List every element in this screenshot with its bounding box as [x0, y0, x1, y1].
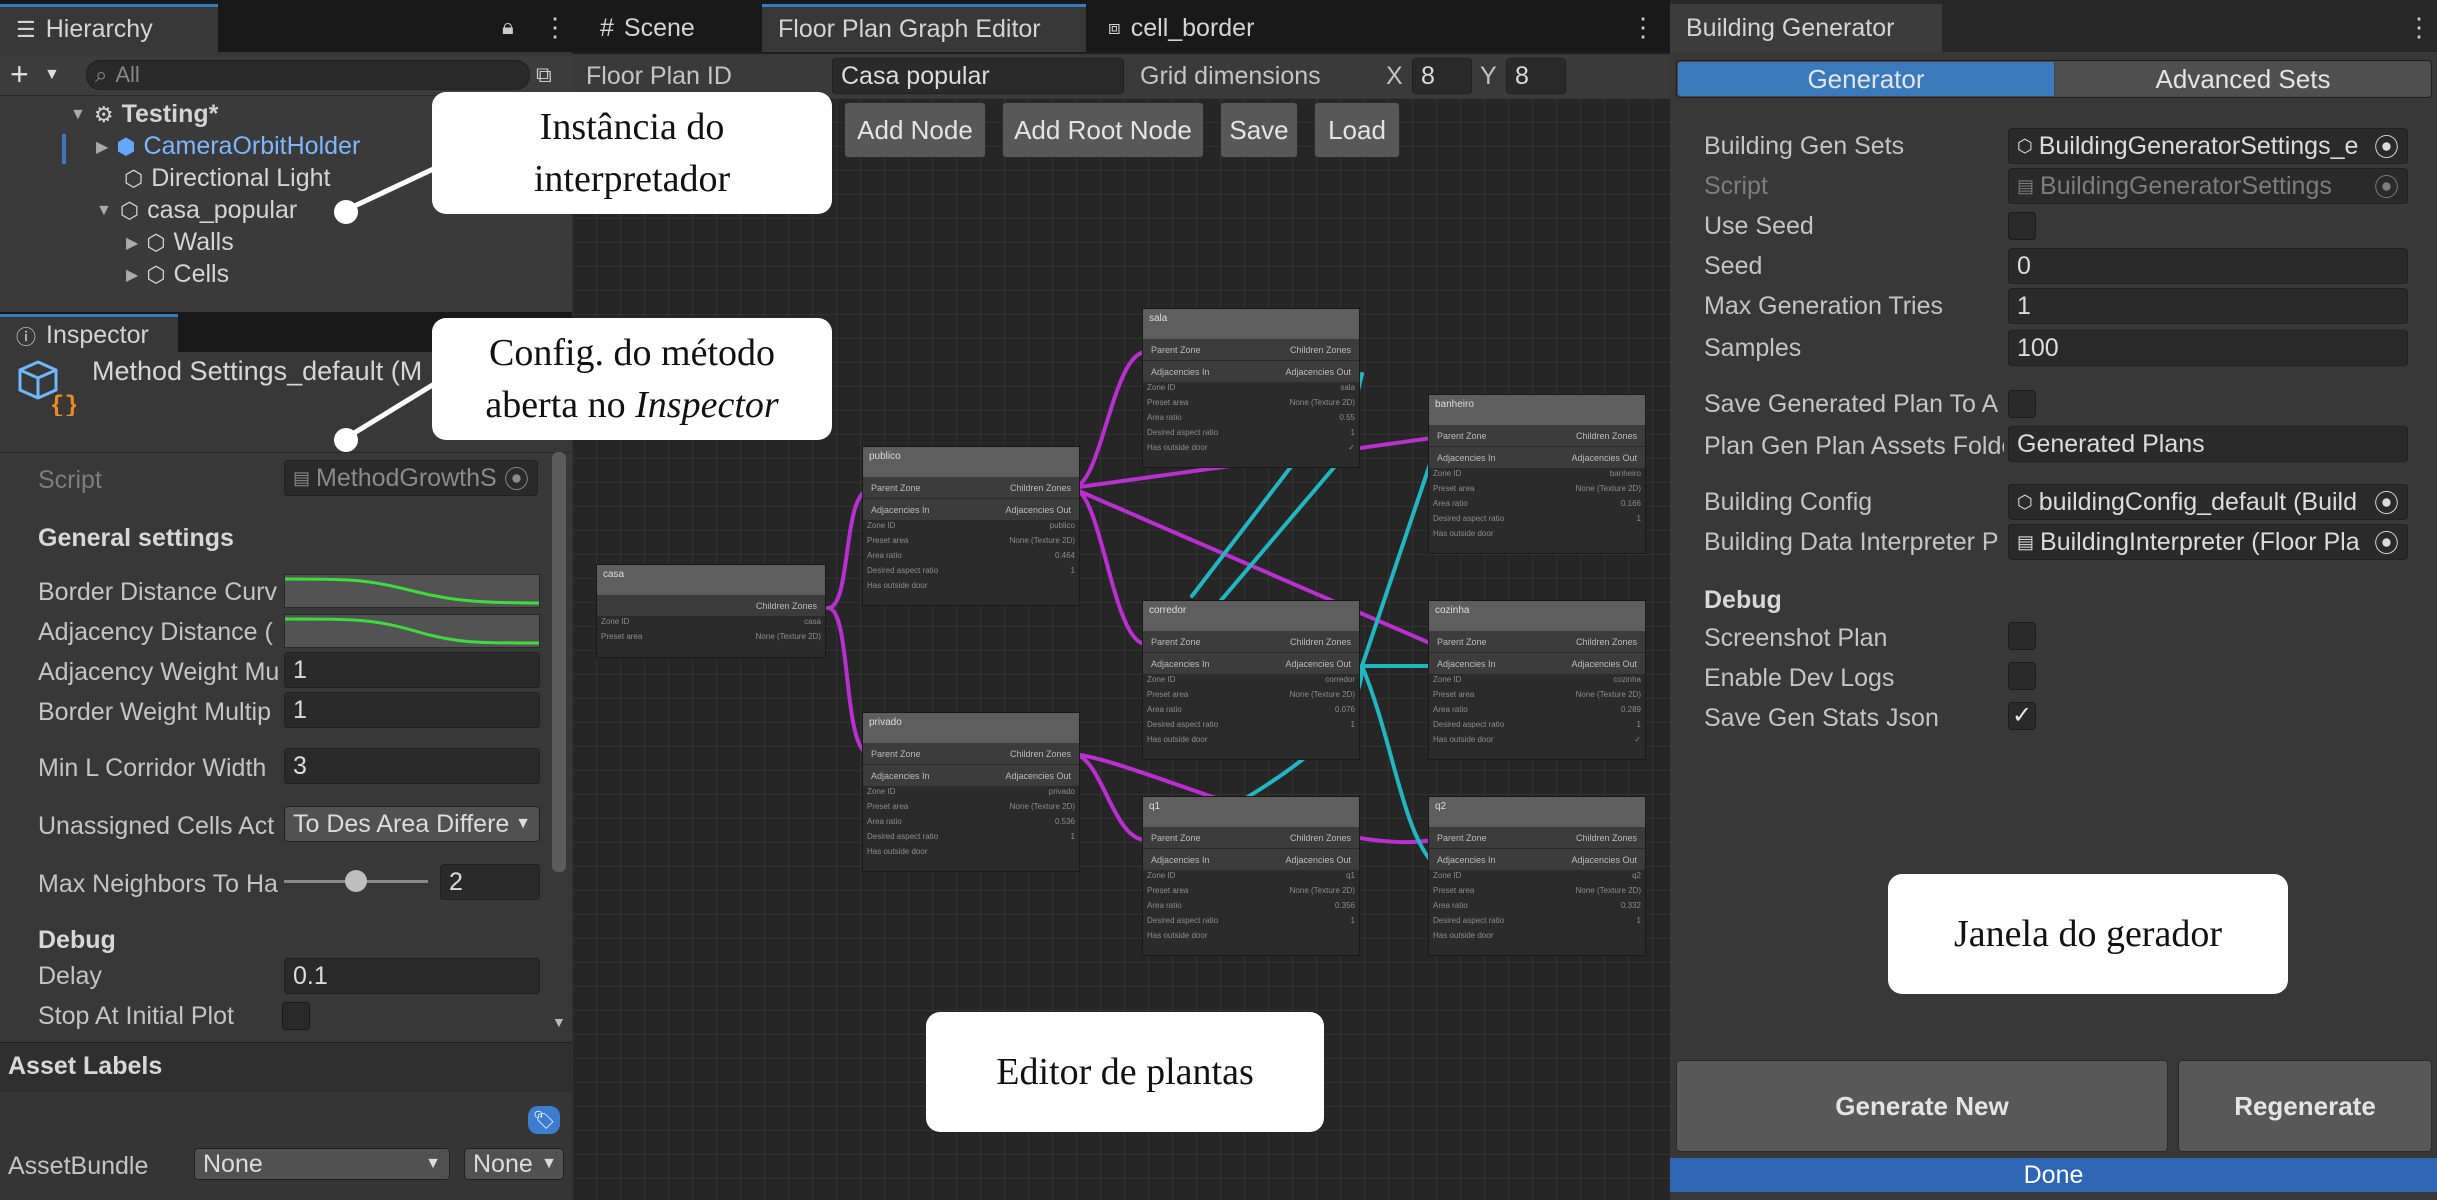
- callout-line: aberta no Inspector: [485, 384, 779, 426]
- callout-floor-plan-editor: Editor de plantas: [926, 1012, 1324, 1132]
- callout-interpreter: Instância do interpretador: [432, 92, 832, 214]
- callout-generator-window: Janela do gerador: [1888, 874, 2288, 994]
- callout-method-config: Config. do método aberta no Inspector: [432, 318, 832, 440]
